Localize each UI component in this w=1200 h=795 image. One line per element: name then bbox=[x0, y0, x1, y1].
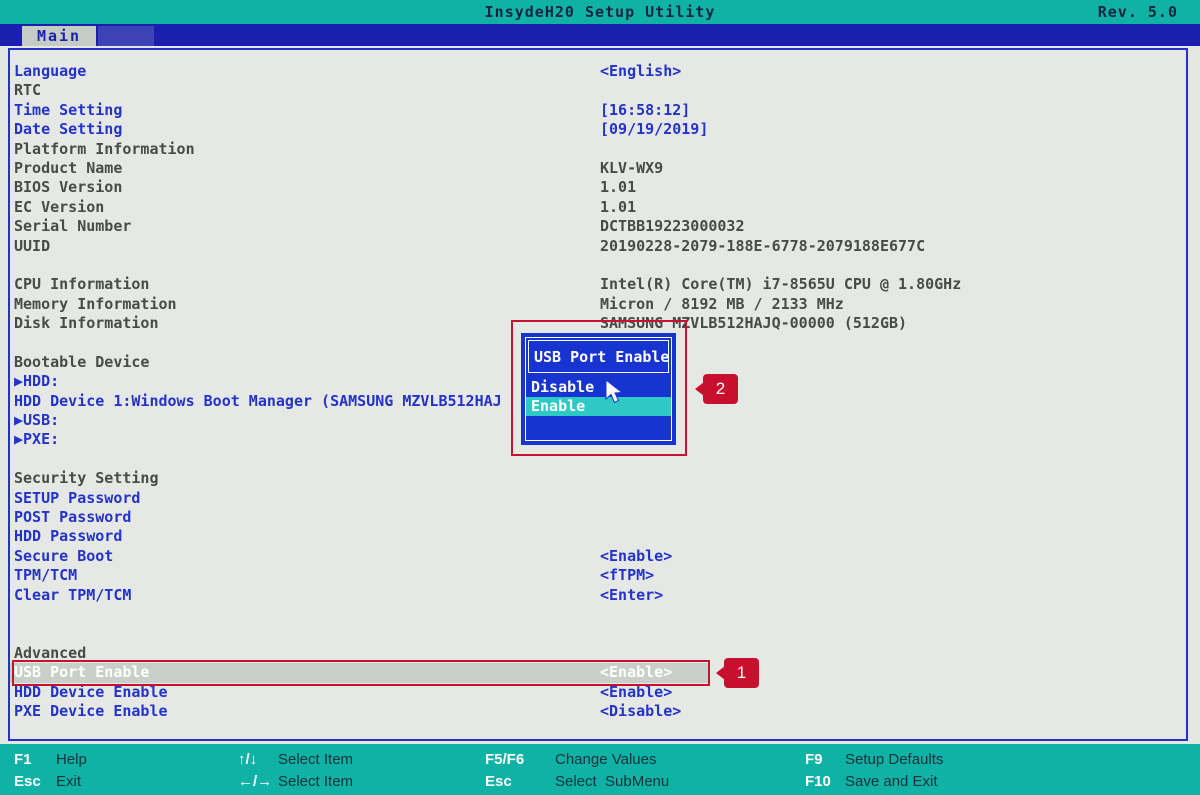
menu-row-value: <Disable> bbox=[600, 702, 681, 721]
menu-row-label: Clear TPM/TCM bbox=[10, 586, 600, 605]
menu-row-value: KLV-WX9 bbox=[600, 159, 663, 178]
footer-key: F9 bbox=[805, 749, 845, 771]
title-bar: InsydeH20 Setup Utility Rev. 5.0 bbox=[0, 0, 1200, 24]
revision-label: Rev. 5.0 bbox=[1098, 3, 1178, 21]
annotation-box-popup bbox=[511, 320, 687, 456]
annotation-box-row bbox=[12, 660, 710, 686]
menu-row-value: <Enable> bbox=[600, 547, 672, 566]
footer-key: F5/F6 bbox=[485, 749, 555, 771]
menu-row: Platform Information bbox=[10, 140, 1186, 159]
footer-key: ↑/↓ bbox=[238, 749, 278, 771]
footer-label: Select Item bbox=[278, 771, 353, 793]
footer-label: Help bbox=[56, 749, 87, 771]
menu-row[interactable]: Secure Boot <Enable> bbox=[10, 547, 1186, 566]
menu-row-value: <English> bbox=[600, 62, 681, 81]
menu-row: Security Setting bbox=[10, 469, 1186, 488]
menu-row-value: 1.01 bbox=[600, 178, 636, 197]
menu-row: EC Version 1.01 bbox=[10, 198, 1186, 217]
menu-row-label: BIOS Version bbox=[10, 178, 600, 197]
footer-column: F1 Help Esc Exit bbox=[14, 749, 87, 793]
hotkey-help-bar: F1 Help Esc Exit ↑/↓ Select Item ←/→ Sel… bbox=[0, 744, 1200, 795]
footer-hint: ←/→ Select Item bbox=[238, 771, 353, 793]
menu-row-label: Product Name bbox=[10, 159, 600, 178]
menu-row-label: SETUP Password bbox=[10, 489, 600, 508]
annotation-badge-1: 1 bbox=[724, 658, 759, 688]
footer-label: Select Item bbox=[278, 749, 353, 771]
menu-row-label: UUID bbox=[10, 237, 600, 256]
menu-row[interactable]: SETUP Password bbox=[10, 489, 1186, 508]
menu-row-label: POST Password bbox=[10, 508, 600, 527]
menu-row-value: Intel(R) Core(TM) i7-8565U CPU @ 1.80GHz bbox=[600, 275, 961, 294]
footer-key: Esc bbox=[485, 771, 555, 793]
footer-hint: Esc Exit bbox=[14, 771, 87, 793]
menu-row: CPU Information Intel(R) Core(TM) i7-856… bbox=[10, 275, 1186, 294]
menu-row-value: [09/19/2019] bbox=[600, 120, 708, 139]
menu-row-label: Date Setting bbox=[10, 120, 600, 139]
menu-row-label: EC Version bbox=[10, 198, 600, 217]
menu-row[interactable]: Time Setting [16:58:12] bbox=[10, 101, 1186, 120]
setup-utility-title: InsydeH20 Setup Utility bbox=[0, 3, 1200, 21]
footer-column: F5/F6 Change Values Esc Select SubMenu bbox=[485, 749, 669, 793]
menu-row-label: RTC bbox=[10, 81, 600, 100]
menu-row: Product Name KLV-WX9 bbox=[10, 159, 1186, 178]
menu-row: UUID 20190228-2079-188E-6778-2079188E677… bbox=[10, 237, 1186, 256]
menu-row[interactable]: TPM/TCM <fTPM> bbox=[10, 566, 1186, 585]
menu-row-label: Memory Information bbox=[10, 295, 600, 314]
footer-column: F9 Setup Defaults F10 Save and Exit bbox=[805, 749, 943, 793]
menu-row-label: Serial Number bbox=[10, 217, 600, 236]
footer-hint: F10 Save and Exit bbox=[805, 771, 943, 793]
menu-row-value: 1.01 bbox=[600, 198, 636, 217]
tab-shadow bbox=[98, 26, 154, 46]
menu-row: RTC bbox=[10, 81, 1186, 100]
menu-row[interactable]: PXE Device Enable <Disable> bbox=[10, 702, 1186, 721]
menu-row-label: Time Setting bbox=[10, 101, 600, 120]
menu-row-value: <fTPM> bbox=[600, 566, 654, 585]
menu-row[interactable]: Clear TPM/TCM <Enter> bbox=[10, 586, 1186, 605]
menu-row[interactable]: Date Setting [09/19/2019] bbox=[10, 120, 1186, 139]
menu-row[interactable]: Language <English> bbox=[10, 62, 1186, 81]
footer-hint: Esc Select SubMenu bbox=[485, 771, 669, 793]
footer-label: Exit bbox=[56, 771, 81, 793]
menu-row: Memory Information Micron / 8192 MB / 21… bbox=[10, 295, 1186, 314]
footer-key: F10 bbox=[805, 771, 845, 793]
footer-label: Select SubMenu bbox=[555, 771, 669, 793]
footer-key: ←/→ bbox=[238, 771, 278, 793]
menu-row-label: HDD Password bbox=[10, 527, 600, 546]
menu-row-label: Security Setting bbox=[10, 469, 600, 488]
menu-row-value: Micron / 8192 MB / 2133 MHz bbox=[600, 295, 844, 314]
menu-row-label: CPU Information bbox=[10, 275, 600, 294]
menu-row-value: DCTBB19223000032 bbox=[600, 217, 745, 236]
menu-row-label: Language bbox=[10, 62, 600, 81]
menu-row-label: PXE Device Enable bbox=[10, 702, 600, 721]
menu-row-label: Platform Information bbox=[10, 140, 600, 159]
footer-label: Setup Defaults bbox=[845, 749, 943, 771]
footer-hint: F5/F6 Change Values bbox=[485, 749, 669, 771]
menu-row-value: [16:58:12] bbox=[600, 101, 690, 120]
footer-column: ↑/↓ Select Item ←/→ Select Item bbox=[238, 749, 353, 793]
footer-hint: F9 Setup Defaults bbox=[805, 749, 943, 771]
tab-bar: Main bbox=[0, 24, 1200, 46]
footer-key: F1 bbox=[14, 749, 56, 771]
tab-main[interactable]: Main bbox=[22, 26, 96, 46]
footer-label: Save and Exit bbox=[845, 771, 938, 793]
menu-row[interactable]: HDD Password bbox=[10, 527, 1186, 546]
footer-hint: F1 Help bbox=[14, 749, 87, 771]
menu-row-label: TPM/TCM bbox=[10, 566, 600, 585]
menu-row: Serial Number DCTBB19223000032 bbox=[10, 217, 1186, 236]
annotation-badge-2: 2 bbox=[703, 374, 738, 404]
footer-hint: ↑/↓ Select Item bbox=[238, 749, 353, 771]
footer-key: Esc bbox=[14, 771, 56, 793]
footer-label: Change Values bbox=[555, 749, 656, 771]
menu-row-value: 20190228-2079-188E-6778-2079188E677C bbox=[600, 237, 925, 256]
menu-row: BIOS Version 1.01 bbox=[10, 178, 1186, 197]
menu-row-value: <Enter> bbox=[600, 586, 663, 605]
menu-row[interactable]: POST Password bbox=[10, 508, 1186, 527]
menu-row-label: Secure Boot bbox=[10, 547, 600, 566]
